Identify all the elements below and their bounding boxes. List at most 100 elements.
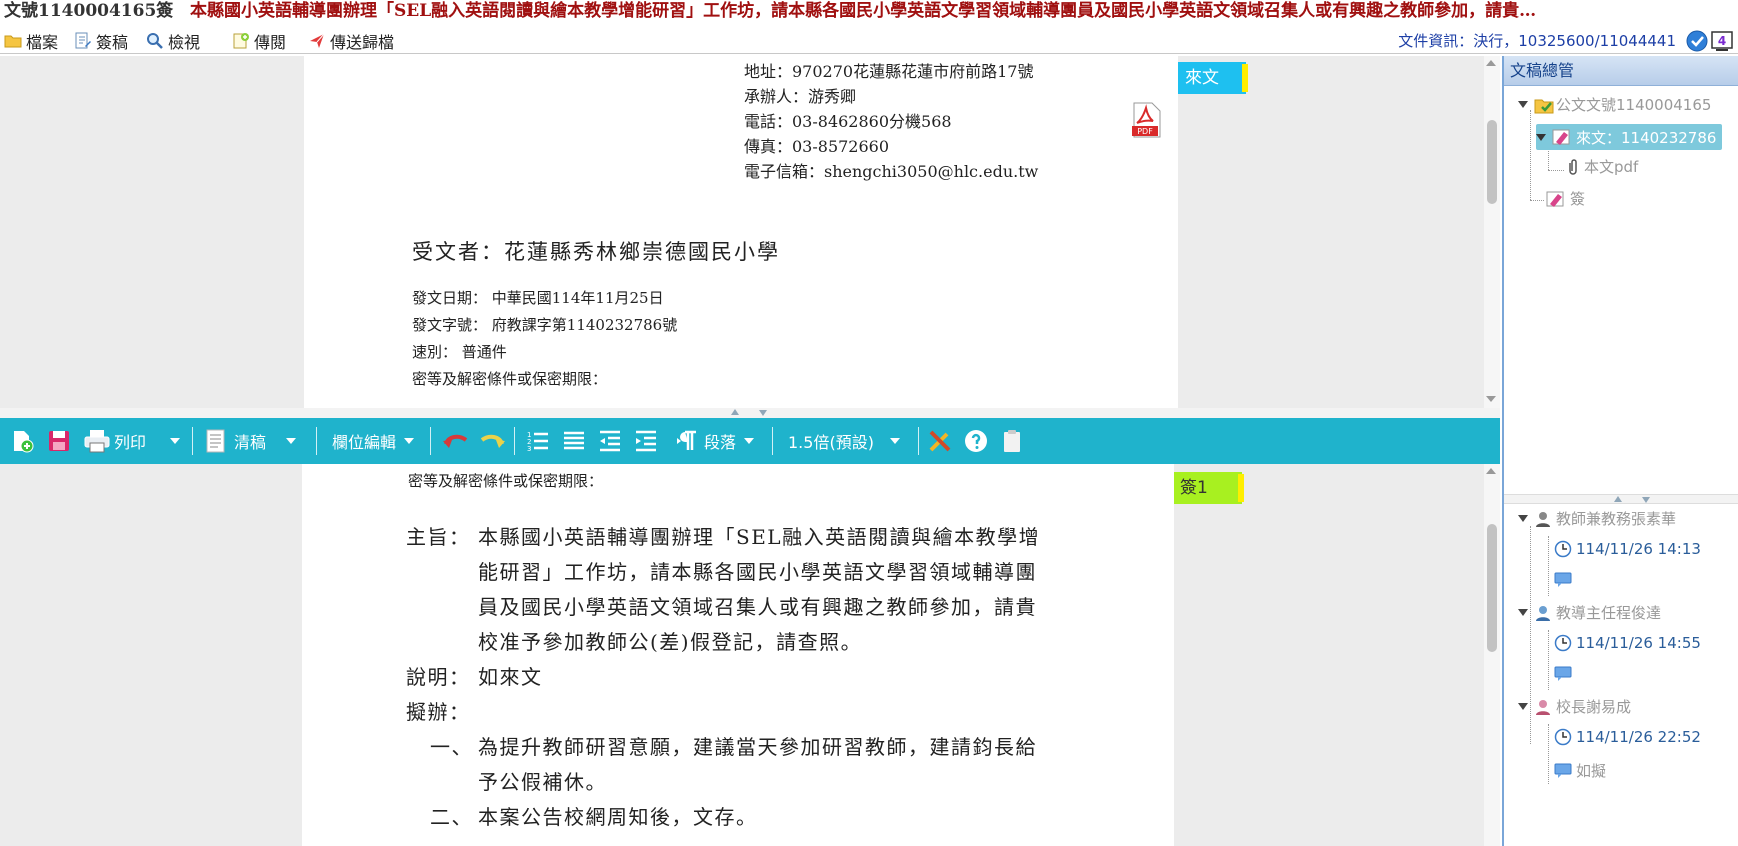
indent-button[interactable]: [634, 418, 658, 464]
print-button[interactable]: 列印: [84, 418, 181, 464]
folder-check-icon: [1534, 99, 1554, 113]
file-info[interactable]: 文件資訊：決行，10325600/11044441: [1398, 30, 1676, 52]
tree-line: [1548, 724, 1549, 784]
approval-time-1: 114/11/26 14:13: [1554, 540, 1701, 558]
address-line: 地址：970270花蓮縣花蓮市府前路17號: [744, 62, 1034, 81]
menu-view-label: 檢視: [168, 33, 201, 52]
bottom-scrollbar[interactable]: [1484, 464, 1500, 846]
tree-attachment[interactable]: 本文pdf: [1566, 156, 1638, 177]
issue-number: 發文字號： 府教課字第1140232786號: [412, 316, 678, 334]
field-edit-button[interactable]: 欄位編輯: [332, 418, 415, 464]
outdent-button[interactable]: [598, 418, 622, 464]
new-document-button[interactable]: [10, 418, 34, 464]
clipboard-button[interactable]: [1002, 418, 1022, 464]
email-line: 電子信箱：shengchi3050@hlc.edu.tw: [744, 162, 1039, 181]
tree-line: [1530, 200, 1544, 201]
menu-file[interactable]: 檔案: [4, 30, 58, 52]
pdf-icon[interactable]: PDF: [1130, 102, 1162, 138]
user-icon: [1536, 605, 1550, 621]
field-edit-label: 欄位編輯: [332, 433, 397, 452]
numbered-list-icon: 123: [527, 431, 548, 453]
document-number: 文號1140004165簽: [4, 1, 174, 21]
line-spacing-select[interactable]: 1.5倍(預設): [788, 418, 900, 464]
splitter-down-icon[interactable]: [1642, 497, 1650, 503]
collapse-icon[interactable]: [1518, 703, 1528, 710]
toolbar-separator: [316, 427, 317, 455]
tree-incoming-label: 來文：1140232786: [1576, 128, 1717, 147]
draft-icon: [75, 32, 91, 49]
clean-copy-icon: [206, 429, 225, 453]
tools-button[interactable]: [928, 418, 952, 464]
sign-tag[interactable]: 簽1: [1174, 472, 1244, 504]
approver-1[interactable]: 教師兼教務張素華: [1518, 508, 1676, 529]
panel-header: 文稿總管: [1504, 56, 1738, 86]
phone-line: 電話：03-8462860分機568: [744, 112, 952, 131]
approval-comment-2[interactable]: [1554, 666, 1576, 682]
tree-root[interactable]: 公文文號1140004165: [1518, 94, 1711, 115]
incoming-tag[interactable]: 來文: [1178, 62, 1248, 94]
tree-line: [1530, 110, 1531, 200]
menu-send-archive[interactable]: 傳送歸檔: [308, 30, 394, 52]
splitter-up-icon[interactable]: [731, 409, 739, 415]
toolbar-separator: [514, 427, 515, 455]
tree-sign-label: 簽: [1570, 190, 1586, 208]
save-button[interactable]: [48, 418, 70, 464]
toolbar-separator: [918, 427, 919, 455]
print-dropdown-icon[interactable]: [170, 438, 181, 444]
clock-icon: [1554, 728, 1572, 746]
menu-bar: 檔案 簽稿 檢視 傳閱 傳送歸檔 文件資訊：決行，10325600/110444…: [0, 28, 1738, 54]
check-circle-icon[interactable]: [1686, 30, 1708, 52]
top-scrollbar[interactable]: [1484, 56, 1500, 408]
approval-time: 114/11/26 14:13: [1576, 540, 1701, 558]
splitter-up-icon[interactable]: [1614, 496, 1622, 502]
help-icon: [965, 430, 987, 452]
clean-copy-dropdown-icon[interactable]: [286, 438, 297, 444]
collapse-icon[interactable]: [1518, 101, 1528, 108]
tree-sign[interactable]: 簽: [1546, 188, 1585, 209]
justify-button[interactable]: [562, 418, 586, 464]
collapse-icon[interactable]: [1536, 133, 1546, 141]
line-spacing-dropdown-icon[interactable]: [889, 438, 900, 444]
field-edit-dropdown-icon[interactable]: [404, 438, 415, 444]
pane-splitter[interactable]: [0, 408, 1500, 418]
collapse-icon[interactable]: [1518, 609, 1528, 616]
tree-root-label: 公文文號1140004165: [1556, 96, 1712, 114]
document-title: 本縣國小英語輔導團辦理「SEL融入英語閱讀與繪本教學增能研習」工作坊，請本縣各國…: [190, 1, 1537, 21]
scroll-up-icon[interactable]: [1486, 60, 1496, 66]
subject-line: 校准予參加教師公(差)假登記，請查照。: [478, 630, 863, 654]
help-button[interactable]: [964, 418, 988, 464]
tree-incoming[interactable]: 來文：1140232786: [1536, 124, 1723, 150]
panel-splitter[interactable]: [1504, 494, 1738, 504]
approval-comment-3[interactable]: 如擬: [1554, 760, 1606, 781]
approval-comment-1[interactable]: [1554, 572, 1576, 588]
menu-view[interactable]: 檢視: [146, 30, 200, 52]
splitter-down-icon[interactable]: [759, 410, 767, 416]
subject-line: 能研習」工作坊，請本縣各國民小學英語文學習領域輔導團: [478, 560, 1037, 584]
collapse-icon[interactable]: [1518, 515, 1528, 522]
clock-icon: [1554, 540, 1572, 558]
notification-count-icon[interactable]: 4: [1710, 30, 1734, 52]
menu-circulate[interactable]: 傳閱: [232, 30, 286, 52]
undo-button[interactable]: [442, 418, 470, 464]
document-manager-panel: 文稿總管 公文文號1140004165 來文：1140232786 本文pdf …: [1502, 56, 1738, 846]
paragraph-dropdown-icon[interactable]: [744, 438, 755, 444]
user-icon: [1536, 699, 1550, 715]
draft-document-page[interactable]: 密等及解密條件或保密期限： 主旨： 本縣國小英語輔導團辦理「SEL融入英語閱讀與…: [302, 464, 1174, 846]
recipient: 受文者：花蓮縣秀林鄉崇德國民小學: [412, 240, 780, 264]
numbered-list-button[interactable]: 123: [526, 418, 550, 464]
toolbar-separator: [772, 427, 773, 455]
clean-copy-button[interactable]: 清稿: [206, 418, 297, 464]
approver-2[interactable]: 教導主任程俊達: [1518, 602, 1661, 623]
svg-text:3: 3: [527, 445, 531, 453]
draft-document-pane: 密等及解密條件或保密期限： 主旨： 本縣國小英語輔導團辦理「SEL融入英語閱讀與…: [0, 464, 1500, 846]
top-scrollbar-thumb[interactable]: [1487, 120, 1497, 204]
subject-line: 員及國民小學英語文領域召集人或有興趣之教師參加，請貴: [478, 595, 1037, 619]
scroll-up-icon[interactable]: [1486, 468, 1496, 474]
redo-button[interactable]: [478, 418, 506, 464]
paragraph-button[interactable]: 段落: [676, 418, 755, 464]
scroll-down-icon[interactable]: [1486, 396, 1496, 402]
menu-draft[interactable]: 簽稿: [74, 30, 128, 52]
approver-3[interactable]: 校長謝易成: [1518, 696, 1631, 717]
toolbar-separator: [430, 427, 431, 455]
bottom-scrollbar-thumb[interactable]: [1487, 524, 1497, 652]
